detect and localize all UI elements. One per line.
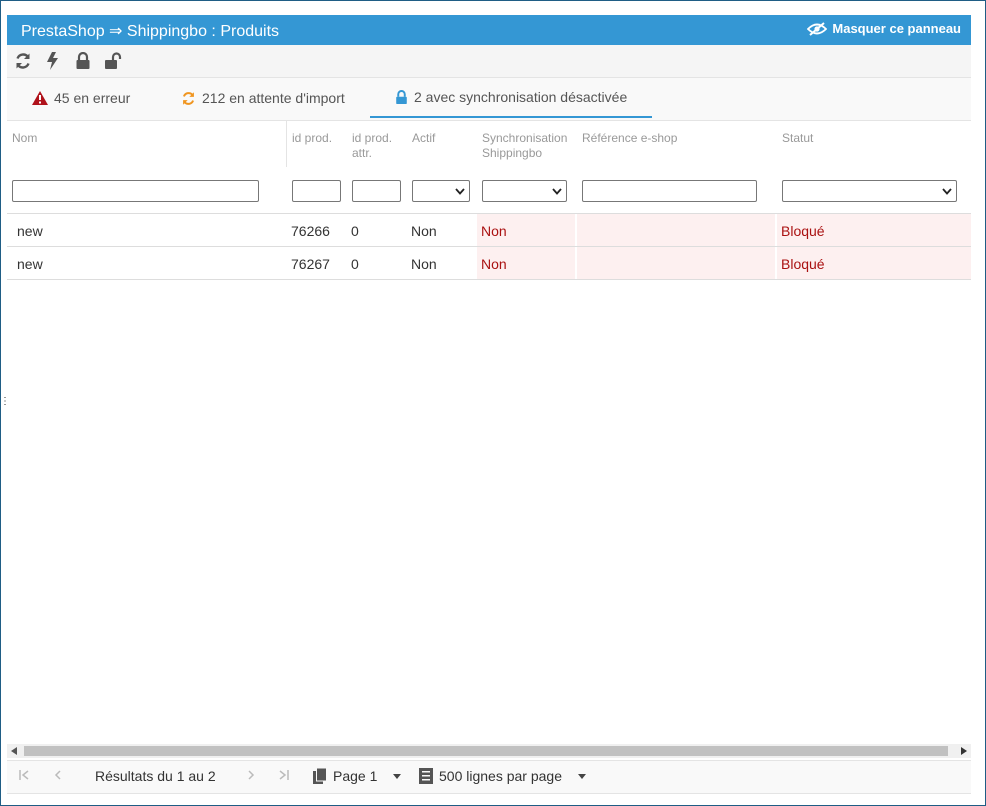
chevron-left-icon <box>54 770 61 780</box>
tab-bar: 45 en erreur 212 en attente d'import 2 a… <box>7 78 971 121</box>
chevron-down-icon <box>942 187 952 195</box>
tab-pending-import[interactable]: 212 en attente d'import <box>181 78 345 118</box>
filter-nom-input[interactable] <box>12 180 259 202</box>
column-header-ref[interactable]: Référence e-shop <box>582 131 677 146</box>
cell-id-attr: 0 <box>351 256 359 272</box>
panel-header: PrestaShop ⇒ Shippingbo : Produits Masqu… <box>7 15 971 45</box>
cell-sync: Non <box>481 256 507 272</box>
refresh-button[interactable] <box>9 47 37 75</box>
column-header-nom[interactable]: Nom <box>12 131 37 146</box>
table-row[interactable]: new 76266 0 Non Non Bloqué <box>7 214 971 247</box>
hide-panel-label: Masquer ce panneau <box>832 21 961 36</box>
hide-panel-button[interactable]: Masquer ce panneau <box>807 21 961 36</box>
chevron-right-icon <box>248 770 255 780</box>
lock-button[interactable] <box>69 47 97 75</box>
sync-now-button[interactable] <box>39 47 67 75</box>
tab-errors[interactable]: 45 en erreur <box>32 78 130 118</box>
column-header-sync[interactable]: Synchronisation Shippingbo <box>482 131 567 161</box>
toolbar <box>7 45 971 78</box>
pagination-bar: Résultats du 1 au 2 Page 1 500 lignes pa… <box>7 760 971 794</box>
column-header-id-prod[interactable]: id prod. <box>292 131 332 146</box>
cell-statut: Bloqué <box>781 256 825 272</box>
panel-title: PrestaShop ⇒ Shippingbo : Produits <box>21 23 280 40</box>
cell-nom: new <box>17 256 43 272</box>
next-page-button[interactable] <box>247 770 255 780</box>
filter-ref-input[interactable] <box>582 180 757 202</box>
caret-down-icon <box>393 773 402 779</box>
cell-actif: Non <box>411 256 437 272</box>
lock-icon <box>396 89 407 104</box>
first-page-icon <box>19 770 29 780</box>
unlock-button[interactable] <box>99 47 127 75</box>
list-icon <box>419 768 433 784</box>
tab-pending-import-label: 212 en attente d'import <box>202 90 345 106</box>
lock-icon <box>76 52 90 69</box>
cell-nom: new <box>17 223 43 239</box>
filter-sync-select[interactable] <box>482 180 567 202</box>
refresh-icon <box>16 53 30 69</box>
filter-id-prod-input[interactable] <box>292 180 341 202</box>
results-summary: Résultats du 1 au 2 <box>95 768 216 784</box>
tab-sync-disabled[interactable]: 2 avec synchronisation désactivée <box>370 78 652 118</box>
eye-slash-icon <box>807 21 828 36</box>
scroll-left-icon[interactable] <box>11 747 17 755</box>
bolt-icon <box>47 52 58 70</box>
horizontal-scrollbar[interactable] <box>7 744 971 758</box>
column-header-actif[interactable]: Actif <box>412 131 435 146</box>
filter-actif-select[interactable] <box>412 180 470 202</box>
cell-sync: Non <box>481 223 507 239</box>
tab-sync-disabled-label: 2 avec synchronisation désactivée <box>414 89 628 105</box>
tab-errors-label: 45 en erreur <box>54 90 131 106</box>
chevron-down-icon <box>552 187 562 195</box>
cell-id-prod: 76266 <box>291 223 330 239</box>
column-header-id-prod-attr[interactable]: id prod. attr. <box>352 131 392 161</box>
resize-handle-icon[interactable]: ⋮ <box>0 396 10 407</box>
cell-id-attr: 0 <box>351 223 359 239</box>
page-label: Page 1 <box>333 768 378 784</box>
filter-statut-select[interactable] <box>782 180 957 202</box>
cell-statut: Bloqué <box>781 223 825 239</box>
page-selector[interactable]: Page 1 <box>313 768 402 784</box>
refresh-icon <box>182 91 195 105</box>
scrollbar-thumb[interactable] <box>24 746 948 756</box>
last-page-icon <box>279 770 289 780</box>
column-header-statut[interactable]: Statut <box>782 131 813 146</box>
last-page-button[interactable] <box>279 770 289 780</box>
scroll-right-icon[interactable] <box>961 747 967 755</box>
previous-page-button[interactable] <box>54 770 62 780</box>
warning-icon <box>32 91 48 105</box>
first-page-button[interactable] <box>19 770 29 780</box>
table-row[interactable]: new 76267 0 Non Non Bloqué <box>7 247 971 280</box>
chevron-down-icon <box>455 187 465 195</box>
copy-pages-icon <box>313 768 327 784</box>
caret-down-icon <box>578 773 586 779</box>
filter-id-attr-input[interactable] <box>352 180 401 202</box>
cell-actif: Non <box>411 223 437 239</box>
unlock-icon <box>105 52 122 69</box>
cell-id-prod: 76267 <box>291 256 330 272</box>
rows-per-page-selector[interactable]: 500 lignes par page <box>419 768 586 784</box>
rows-per-page-label: 500 lignes par page <box>439 768 562 784</box>
